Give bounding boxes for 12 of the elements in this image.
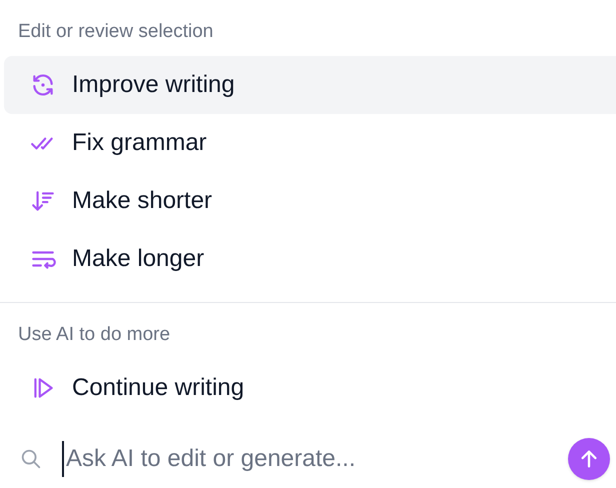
menu-item[interactable]: Improve writing <box>4 56 616 114</box>
menu-item-label: Make longer <box>72 244 204 274</box>
menu-item-label: Make shorter <box>72 186 212 216</box>
refresh-icon <box>30 72 56 98</box>
section-heading: Edit or review selection <box>17 20 214 44</box>
section-heading: Use AI to do more <box>17 323 172 347</box>
prompt-field[interactable]: Ask AI to edit or generate... <box>62 441 548 477</box>
menu-item-label: Continue writing <box>72 373 244 403</box>
menu-item-label: Improve writing <box>72 70 235 100</box>
menu-item-label: Fix grammar <box>72 128 207 158</box>
search-icon <box>20 448 42 470</box>
send-button[interactable] <box>568 438 610 480</box>
